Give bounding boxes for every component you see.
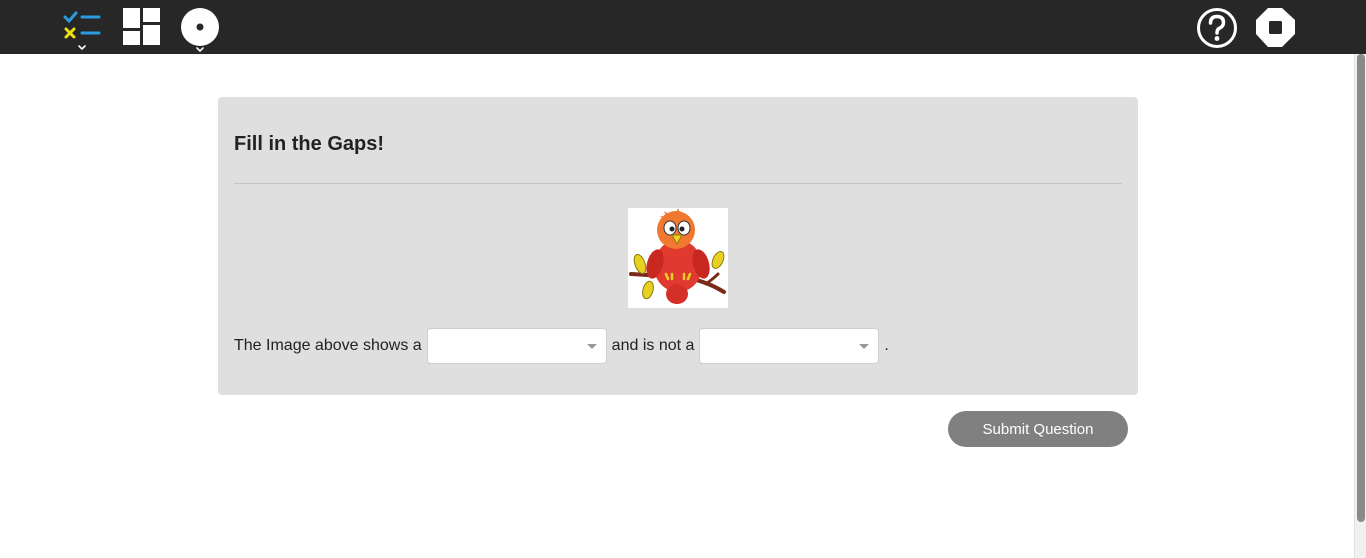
divider [234, 183, 1122, 184]
chevron-down-icon [859, 344, 870, 349]
parrot-on-branch-image [628, 208, 728, 308]
record-disc-icon[interactable] [180, 7, 222, 53]
sentence-part-2: and is not a [611, 337, 695, 354]
question-panel: Fill in the Gaps! The Image above shows … [218, 97, 1138, 395]
fill-in-sentence: The Image above shows a and is not a . [234, 328, 889, 364]
submit-question-button[interactable]: Submit Question [948, 411, 1128, 447]
chevron-down-icon [586, 344, 597, 349]
question-title: Fill in the Gaps! [234, 133, 385, 155]
grid-layout-icon[interactable] [123, 8, 161, 46]
sentence-part-1: The Image above shows a [234, 337, 422, 354]
scrollbar-thumb[interactable] [1357, 54, 1365, 522]
gap-2-dropdown[interactable] [699, 328, 880, 364]
help-icon[interactable] [1196, 7, 1238, 49]
top-toolbar [0, 0, 1366, 54]
scrollbar[interactable] [1354, 54, 1366, 558]
stop-icon[interactable] [1255, 7, 1297, 49]
checklist-icon[interactable] [62, 10, 104, 54]
sentence-end: . [884, 337, 889, 354]
gap-1-dropdown[interactable] [426, 328, 607, 364]
